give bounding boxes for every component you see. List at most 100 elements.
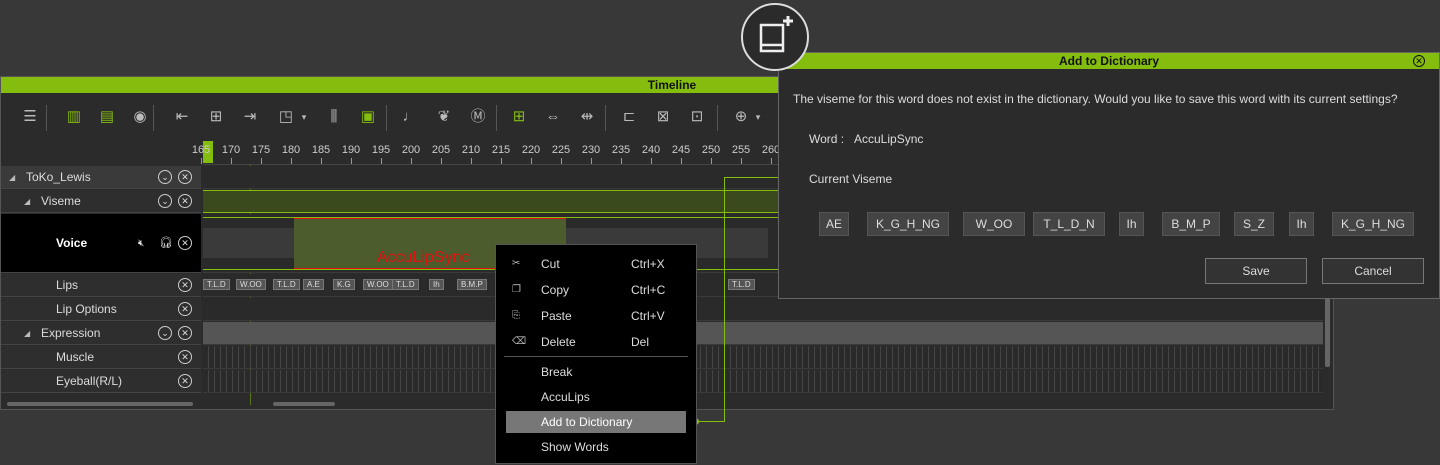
viseme-chip[interactable]: W.OO: [236, 279, 266, 290]
toolbar-separator: [46, 105, 47, 131]
vertical-scrollbar[interactable]: [1325, 297, 1330, 367]
add-layer-icon[interactable]: ▤: [96, 107, 118, 127]
remove-icon[interactable]: ✕: [178, 302, 192, 316]
menu-item-show-words[interactable]: Show Words: [506, 436, 686, 458]
track-row-toko-lewis[interactable]: ◢ ToKo_Lewis ⌄ ✕: [1, 166, 201, 189]
copy-icon: ❐: [512, 284, 521, 295]
remove-icon[interactable]: ✕: [178, 170, 192, 184]
viseme-button[interactable]: AE: [819, 212, 849, 236]
menu-item-acculips[interactable]: AccuLips: [506, 386, 686, 408]
remove-icon[interactable]: ✕: [178, 236, 192, 250]
viseme-button[interactable]: Ih: [1289, 212, 1314, 236]
remove-icon[interactable]: ✕: [178, 350, 192, 364]
ruler-tick-label: 255: [731, 144, 751, 156]
dropdown-icon[interactable]: ▾: [753, 107, 763, 127]
menu-item-cut[interactable]: ✂ Cut Ctrl+X: [506, 253, 686, 275]
add-key-icon[interactable]: ▥: [63, 107, 85, 127]
dropdown-icon[interactable]: ▾: [299, 107, 309, 127]
expand-triangle-icon[interactable]: ◢: [24, 322, 30, 345]
viseme-chip[interactable]: K.G: [333, 279, 355, 290]
menu-separator: [504, 356, 688, 357]
track-row-expression[interactable]: ◢ Expression ⌄ ✕: [1, 322, 201, 345]
ruler-tick: [231, 158, 232, 164]
viseme-chip[interactable]: W.OO: [363, 279, 393, 290]
add-clip-icon[interactable]: ⊞: [508, 107, 530, 127]
viseme-chip[interactable]: T.L.D: [728, 279, 755, 290]
viseme-chip[interactable]: T.L.D: [203, 279, 230, 290]
lip-add-icon[interactable]: ❦: [433, 107, 455, 127]
transition-icon[interactable]: ◳: [275, 107, 297, 127]
menu-item-break[interactable]: Break: [506, 361, 686, 383]
ruler-tick: [711, 158, 712, 164]
ruler-tick: [651, 158, 652, 164]
expand-triangle-icon[interactable]: ◢: [9, 166, 15, 189]
track-row-lip-options[interactable]: Lip Options ✕: [1, 298, 201, 321]
track-label: ToKo_Lewis: [26, 170, 91, 184]
move-left-icon[interactable]: ⇤: [171, 107, 193, 127]
fit-icon[interactable]: ⇔: [542, 107, 564, 127]
align-icon[interactable]: ⫼: [323, 107, 345, 127]
ruler-tick-label: 235: [611, 144, 631, 156]
viseme-button[interactable]: Ih: [1119, 212, 1144, 236]
remove-icon[interactable]: ✕: [178, 194, 192, 208]
menu-item-shortcut: Ctrl+V: [631, 309, 665, 323]
connector-line: [724, 177, 725, 422]
frame-icon[interactable]: ⊡: [686, 107, 708, 127]
timeline-title: Timeline: [647, 78, 697, 92]
remove-icon[interactable]: ✕: [178, 326, 192, 340]
insert-frame-icon[interactable]: ⊏: [618, 107, 640, 127]
motion-icon[interactable]: Ⓜ: [467, 107, 489, 127]
ruler-tick: [441, 158, 442, 164]
viseme-chip[interactable]: T.L.D: [273, 279, 300, 290]
menu-item-add-to-dictionary[interactable]: Add to Dictionary: [506, 411, 686, 433]
cancel-button[interactable]: Cancel: [1322, 258, 1424, 284]
ruler-tick: [561, 158, 562, 164]
lips-icon[interactable]: ◉: [129, 107, 151, 127]
track-label: Eyeball(R/L): [56, 374, 123, 388]
options-chevron-icon[interactable]: ⌄: [158, 326, 172, 340]
track-row-eyeball-r-l-[interactable]: Eyeball(R/L) ✕: [1, 370, 201, 393]
save-button[interactable]: Save: [1205, 258, 1307, 284]
viseme-button[interactable]: K_G_H_NG: [867, 212, 949, 236]
headphones-icon[interactable]: 🎧︎: [159, 214, 173, 273]
menu-item-copy[interactable]: ❐ Copy Ctrl+C: [506, 279, 686, 301]
menu-item-paste[interactable]: ⎘ Paste Ctrl+V: [506, 305, 686, 327]
stretch-icon[interactable]: ⇹: [576, 107, 598, 127]
dialog-close-icon[interactable]: ✕: [1413, 55, 1425, 67]
viseme-chip[interactable]: T.L.D: [392, 279, 419, 290]
expand-triangle-icon[interactable]: ◢: [24, 190, 30, 213]
viseme-button[interactable]: B_M_P: [1162, 212, 1220, 236]
mute-icon[interactable]: 🔇︎: [138, 214, 144, 273]
toolbar-separator: [717, 105, 718, 131]
viseme-chip[interactable]: B.M.P: [457, 279, 487, 290]
horizontal-scrollbar-left[interactable]: [7, 402, 193, 406]
track-row-viseme[interactable]: ◢ Viseme ⌄ ✕: [1, 190, 201, 213]
insert-icon[interactable]: ⊞: [205, 107, 227, 127]
remove-icon[interactable]: ✕: [178, 374, 192, 388]
move-right-icon[interactable]: ⇥: [239, 107, 261, 127]
track-row-lips[interactable]: Lips ✕: [1, 274, 201, 297]
music-icon[interactable]: ♩: [399, 107, 421, 127]
options-chevron-icon[interactable]: ⌄: [158, 170, 172, 184]
clip-icon[interactable]: ▣: [357, 107, 379, 127]
viseme-chip[interactable]: A.E: [303, 279, 324, 290]
options-chevron-icon[interactable]: ⌄: [158, 194, 172, 208]
zoom-icon[interactable]: ⊕: [730, 107, 752, 127]
viseme-button[interactable]: S_Z: [1234, 212, 1274, 236]
delete-frame-icon[interactable]: ⊠: [652, 107, 674, 127]
viseme-button[interactable]: W_OO: [963, 212, 1025, 236]
ruler-tick: [681, 158, 682, 164]
track-row-muscle[interactable]: Muscle ✕: [1, 346, 201, 369]
track-row-voice[interactable]: Voice 🔇︎ 🎧︎ ✕: [1, 214, 201, 273]
menu-item-label: Show Words: [541, 440, 609, 454]
menu-item-delete[interactable]: ⌫ Delete Del: [506, 331, 686, 353]
viseme-button[interactable]: T_L_D_N: [1033, 212, 1105, 236]
track-label: Muscle: [56, 350, 95, 364]
viseme-button[interactable]: K_G_H_NG: [1332, 212, 1414, 236]
viseme-chip[interactable]: Ih: [429, 279, 444, 290]
toolbar-separator: [386, 105, 387, 131]
ruler-tick-label: 250: [701, 144, 721, 156]
list-icon[interactable]: ☰: [19, 107, 41, 127]
remove-icon[interactable]: ✕: [178, 278, 192, 292]
horizontal-scrollbar[interactable]: [273, 402, 335, 406]
